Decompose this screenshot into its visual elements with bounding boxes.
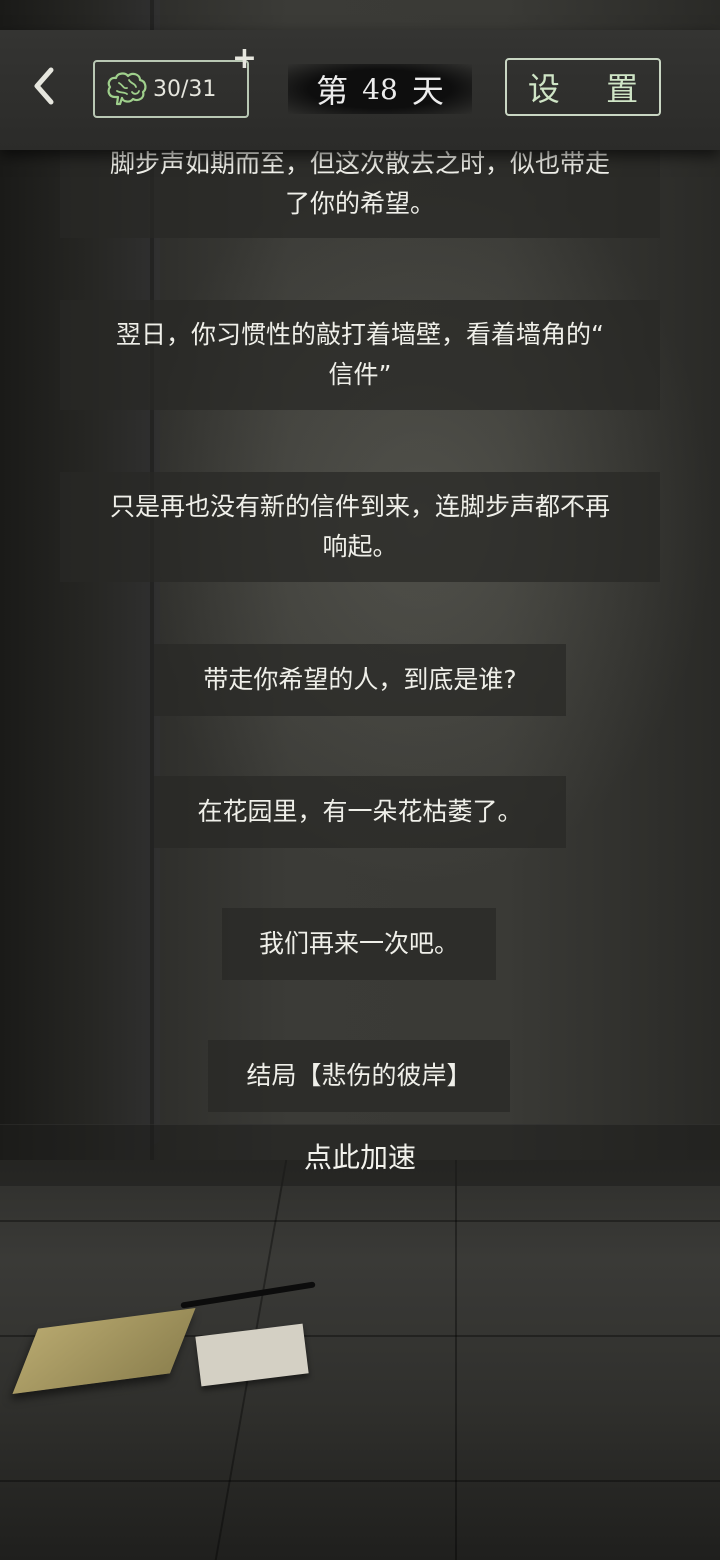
- choice-label: 在花园里，有一朵花枯萎了。: [197, 797, 523, 826]
- day-number: 48: [362, 72, 398, 106]
- brain-counter[interactable]: 30/31 +: [93, 44, 257, 118]
- back-button[interactable]: [24, 60, 64, 112]
- message-line: 响起。: [322, 532, 398, 561]
- choice-label: 我们再来一次吧。: [258, 929, 459, 958]
- speed-up-label: 点此加速: [303, 1140, 416, 1174]
- chevron-left-icon: [34, 67, 54, 105]
- settings-label: 设 置: [527, 70, 657, 108]
- speed-up-button[interactable]: 点此加速: [0, 1124, 720, 1186]
- brain-count: 30/31: [153, 76, 217, 102]
- message-box-3: 只是再也没有新的信件到来，连脚步声都不再 响起。: [60, 472, 660, 582]
- choice-4-ending[interactable]: 结局【悲伤的彼岸】: [208, 1040, 510, 1112]
- message-line: 翌日，你习惯性的敲打着墙壁，看着墙角的“: [116, 320, 604, 349]
- top-bar: 30/31 + 第 48 天 设 置: [0, 30, 720, 150]
- choice-label: 带走你希望的人，到底是谁?: [203, 665, 517, 694]
- day-indicator: 第 48 天: [288, 64, 472, 114]
- message-line: 只是再也没有新的信件到来，连脚步声都不再: [109, 492, 610, 521]
- choice-2[interactable]: 在花园里，有一朵花枯萎了。: [154, 776, 566, 848]
- day-suffix: 天: [411, 72, 444, 110]
- brain-icon: [107, 72, 147, 106]
- message-box-2: 翌日，你习惯性的敲打着墙壁，看着墙角的“ 信件”: [60, 300, 660, 410]
- message-line: 信件”: [328, 360, 392, 389]
- choice-1[interactable]: 带走你希望的人，到底是谁?: [154, 644, 566, 716]
- choice-3[interactable]: 我们再来一次吧。: [222, 908, 496, 980]
- add-icon[interactable]: +: [232, 44, 257, 74]
- settings-button[interactable]: 设 置: [505, 58, 661, 116]
- message-line: 脚步声如期而至，但这次散去之时，似也带走: [109, 149, 610, 178]
- choice-label: 结局【悲伤的彼岸】: [246, 1061, 472, 1090]
- day-prefix: 第: [316, 72, 349, 110]
- message-line: 了你的希望。: [284, 189, 435, 218]
